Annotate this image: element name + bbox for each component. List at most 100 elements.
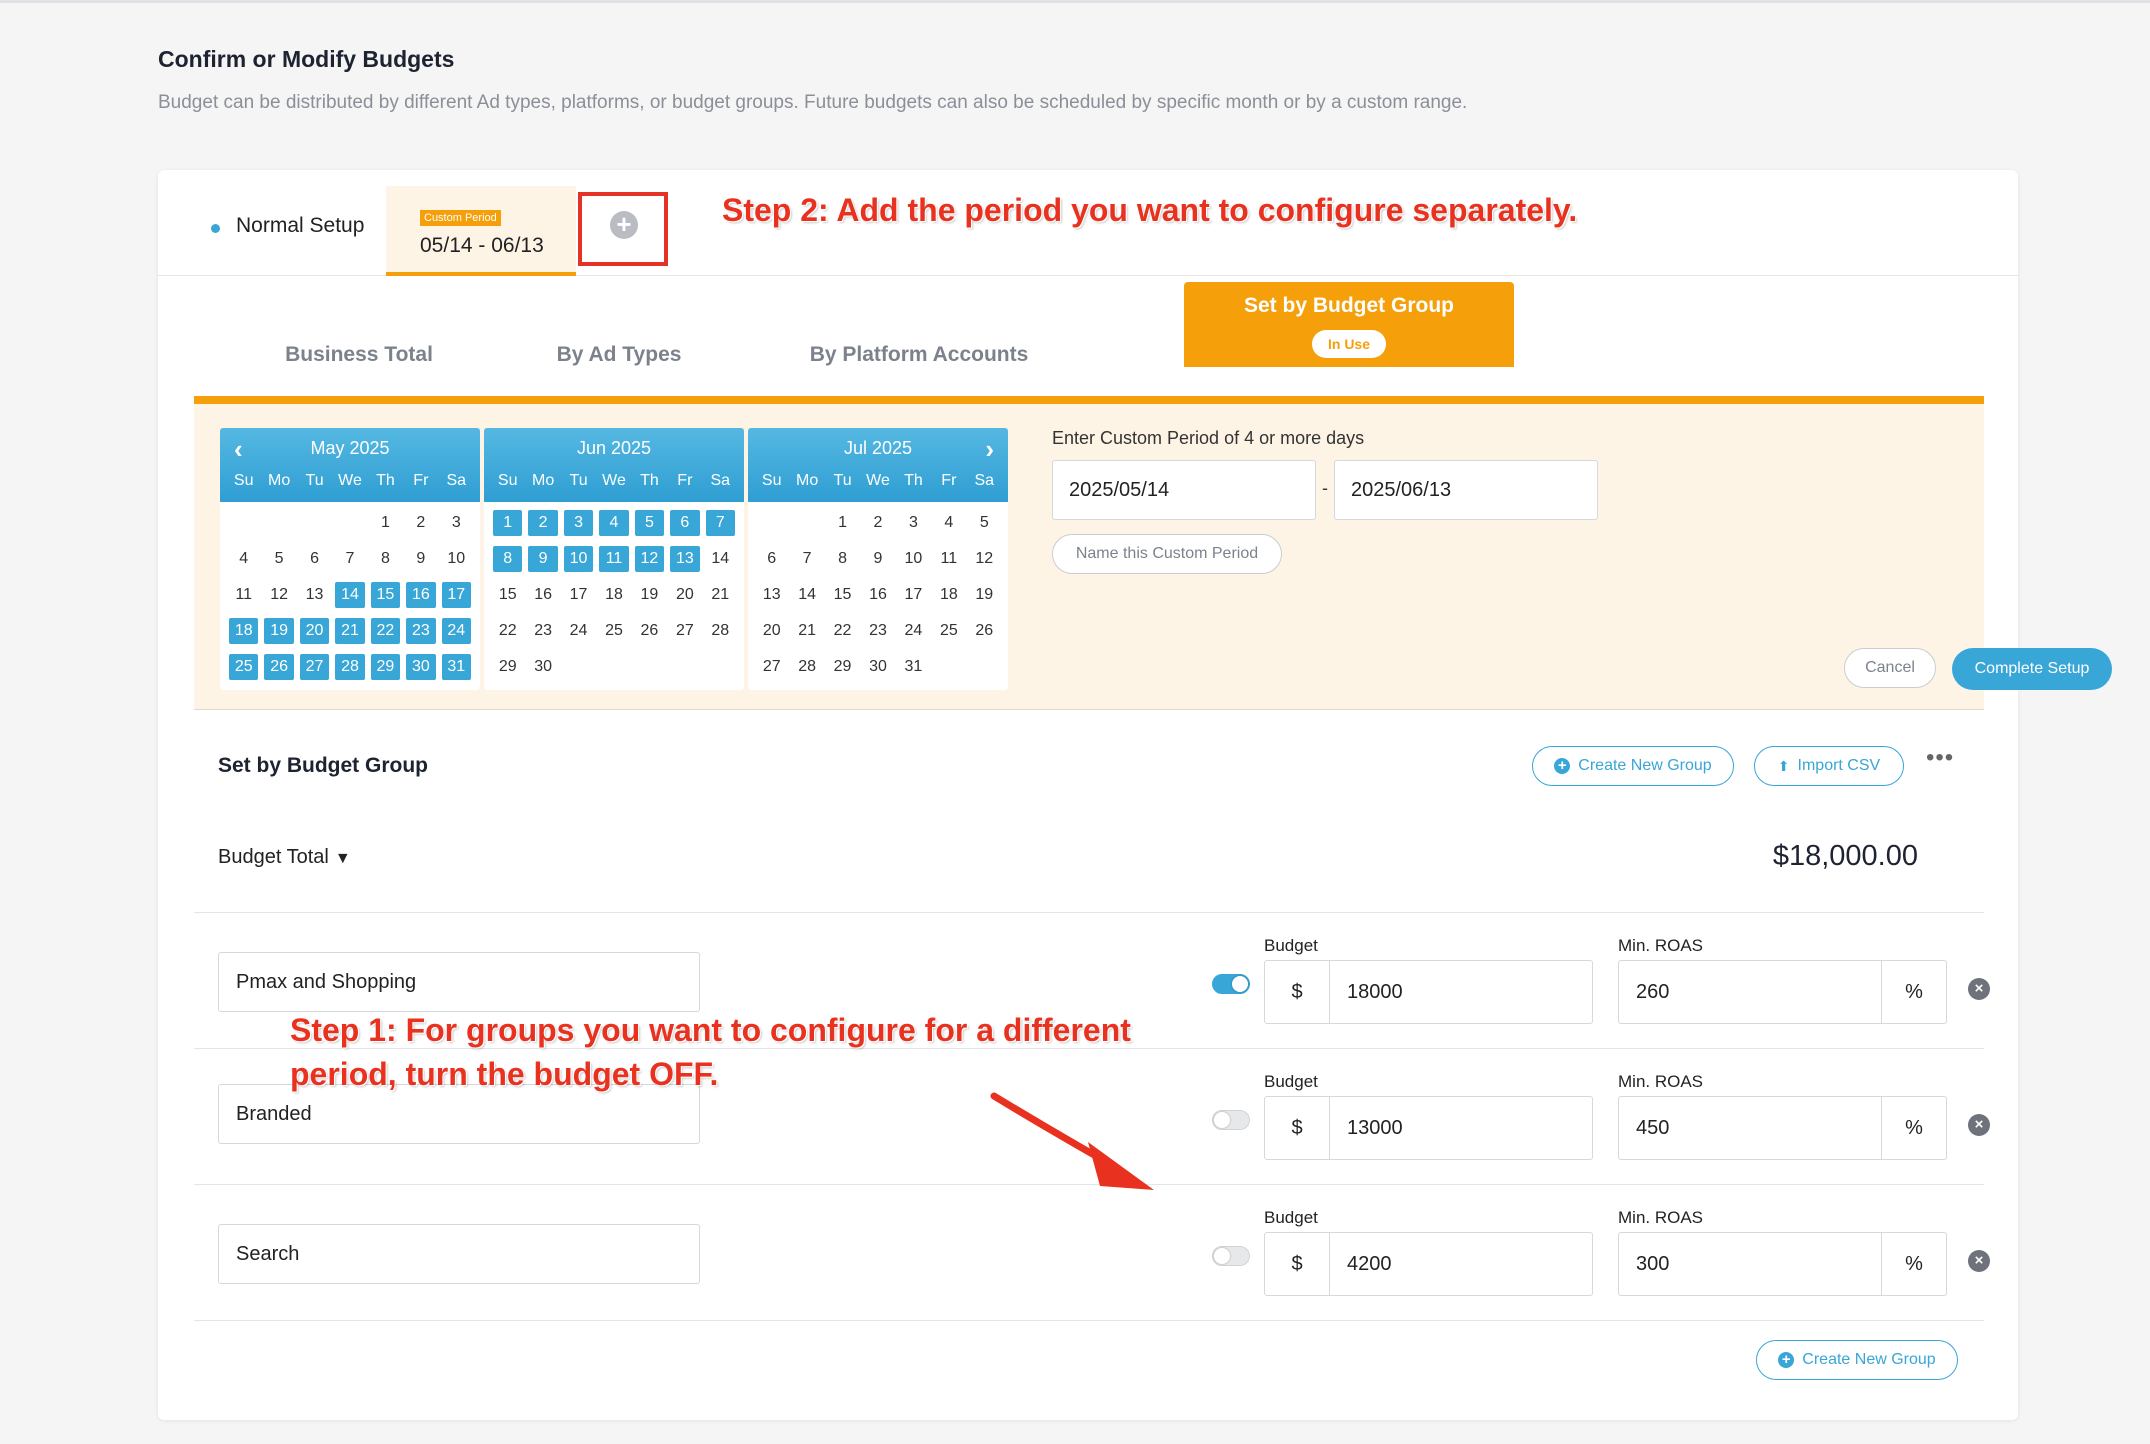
complete-setup-button[interactable]: Complete Setup: [1952, 648, 2112, 690]
calendar-day[interactable]: 25: [599, 618, 628, 644]
create-new-group-button[interactable]: + Create New Group: [1532, 746, 1734, 786]
calendar-day[interactable]: 4: [229, 546, 258, 572]
calendar-day[interactable]: 21: [335, 618, 365, 644]
calendar-day[interactable]: 3: [563, 510, 594, 536]
calendar-day[interactable]: 26: [970, 618, 999, 644]
calendar-day[interactable]: 22: [828, 618, 857, 644]
calendar-day[interactable]: 11: [599, 546, 629, 572]
roas-input[interactable]: 300: [1618, 1232, 1882, 1296]
calendar-day[interactable]: 19: [970, 582, 999, 608]
calendar-day[interactable]: 5: [634, 510, 665, 536]
calendar-day[interactable]: 11: [934, 546, 963, 572]
calendar-day[interactable]: 25: [229, 654, 259, 680]
calendar-day[interactable]: 27: [757, 654, 786, 680]
calendar-day[interactable]: 13: [300, 582, 329, 608]
calendar-day[interactable]: 2: [863, 510, 892, 536]
calendar-day[interactable]: 21: [706, 582, 735, 608]
calendar-day[interactable]: 17: [564, 582, 593, 608]
calendar-day[interactable]: 20: [757, 618, 786, 644]
calendar-day[interactable]: 3: [899, 510, 928, 536]
plus-circle-icon[interactable]: +: [610, 211, 638, 239]
calendar-day[interactable]: 9: [406, 546, 435, 572]
calendar-day[interactable]: 17: [441, 582, 471, 608]
calendar-day[interactable]: 5: [970, 510, 999, 536]
start-date-input[interactable]: 2025/05/14: [1052, 460, 1316, 520]
calendar-day[interactable]: 31: [441, 654, 471, 680]
calendar-day[interactable]: 18: [599, 582, 628, 608]
remove-group-icon[interactable]: ×: [1968, 1114, 1990, 1136]
chevron-right-icon[interactable]: ›: [985, 434, 994, 465]
calendar-day[interactable]: 8: [493, 546, 523, 572]
calendar-day[interactable]: 11: [229, 582, 258, 608]
group-name-input[interactable]: Search: [218, 1224, 700, 1284]
calendar-day[interactable]: 26: [635, 618, 664, 644]
calendar-day[interactable]: 10: [563, 546, 594, 572]
calendar-day[interactable]: 4: [599, 510, 629, 536]
calendar-day[interactable]: 28: [706, 618, 735, 644]
roas-input[interactable]: 450: [1618, 1096, 1882, 1160]
calendar-day[interactable]: 30: [863, 654, 892, 680]
calendar-day[interactable]: 6: [300, 546, 329, 572]
calendar-day[interactable]: 26: [264, 654, 294, 680]
calendar-day[interactable]: 24: [564, 618, 593, 644]
calendar-day[interactable]: 1: [828, 510, 857, 536]
calendar-day[interactable]: 24: [899, 618, 928, 644]
calendar-day[interactable]: 19: [635, 582, 664, 608]
calendar-day[interactable]: 5: [264, 546, 293, 572]
calendar-day[interactable]: 9: [863, 546, 892, 572]
budget-toggle[interactable]: [1212, 1246, 1250, 1266]
calendar-day[interactable]: 13: [670, 546, 700, 572]
calendar-day[interactable]: 10: [442, 546, 471, 572]
calendar-day[interactable]: 25: [934, 618, 963, 644]
calendar-day[interactable]: 20: [670, 582, 699, 608]
calendar-day[interactable]: 18: [934, 582, 963, 608]
calendar-day[interactable]: 22: [370, 618, 401, 644]
calendar-day[interactable]: 18: [229, 618, 259, 644]
calendar-day[interactable]: 14: [706, 546, 735, 572]
calendar-day[interactable]: 15: [493, 582, 522, 608]
budget-toggle[interactable]: [1212, 974, 1250, 994]
calendar-day[interactable]: 14: [335, 582, 365, 608]
calendar-day[interactable]: 28: [335, 654, 365, 680]
tab-set-by-budget-group[interactable]: Set by Budget Group In Use: [1184, 282, 1514, 367]
calendar-day[interactable]: 16: [528, 582, 557, 608]
tab-business-total[interactable]: Business Total: [234, 312, 484, 397]
calendar-day[interactable]: 10: [899, 546, 928, 572]
calendar-day[interactable]: 21: [792, 618, 821, 644]
calendar-day[interactable]: 7: [792, 546, 821, 572]
roas-input[interactable]: 260: [1618, 960, 1882, 1024]
calendar-day[interactable]: 12: [264, 582, 293, 608]
calendar-day[interactable]: 3: [442, 510, 471, 536]
calendar-day[interactable]: 12: [970, 546, 999, 572]
calendar-day[interactable]: 8: [371, 546, 400, 572]
remove-group-icon[interactable]: ×: [1968, 1250, 1990, 1272]
calendar-day[interactable]: 27: [670, 618, 699, 644]
calendar-day[interactable]: 23: [863, 618, 892, 644]
calendar-day[interactable]: 1: [371, 510, 400, 536]
budget-input[interactable]: 4200: [1329, 1232, 1593, 1296]
tab-custom-period[interactable]: Custom Period 05/14 - 06/13: [386, 186, 576, 276]
budget-toggle[interactable]: [1212, 1110, 1250, 1130]
calendar-day[interactable]: 29: [370, 654, 401, 680]
calendar-day[interactable]: 23: [528, 618, 557, 644]
calendar-day[interactable]: 14: [792, 582, 821, 608]
tab-normal-setup[interactable]: Normal Setup: [236, 214, 364, 238]
create-new-group-bottom-button[interactable]: + Create New Group: [1756, 1340, 1958, 1380]
calendar-day[interactable]: 8: [828, 546, 857, 572]
import-csv-button[interactable]: ⬆ Import CSV: [1754, 746, 1904, 786]
calendar-day[interactable]: 6: [670, 510, 700, 536]
calendar-day[interactable]: 2: [406, 510, 435, 536]
calendar-day[interactable]: 7: [705, 510, 735, 536]
calendar-day[interactable]: 23: [406, 618, 436, 644]
name-period-button[interactable]: Name this Custom Period: [1052, 534, 1282, 574]
calendar-day[interactable]: 20: [299, 618, 330, 644]
tab-by-ad-types[interactable]: By Ad Types: [494, 312, 744, 397]
calendar-day[interactable]: 30: [406, 654, 436, 680]
budget-total-filter[interactable]: Budget Total ▼: [218, 846, 351, 869]
calendar-day[interactable]: 19: [264, 618, 294, 644]
calendar-day[interactable]: 16: [863, 582, 892, 608]
calendar-day[interactable]: 28: [792, 654, 821, 680]
end-date-input[interactable]: 2025/06/13: [1334, 460, 1598, 520]
remove-group-icon[interactable]: ×: [1968, 978, 1990, 1000]
calendar-day[interactable]: 22: [493, 618, 522, 644]
